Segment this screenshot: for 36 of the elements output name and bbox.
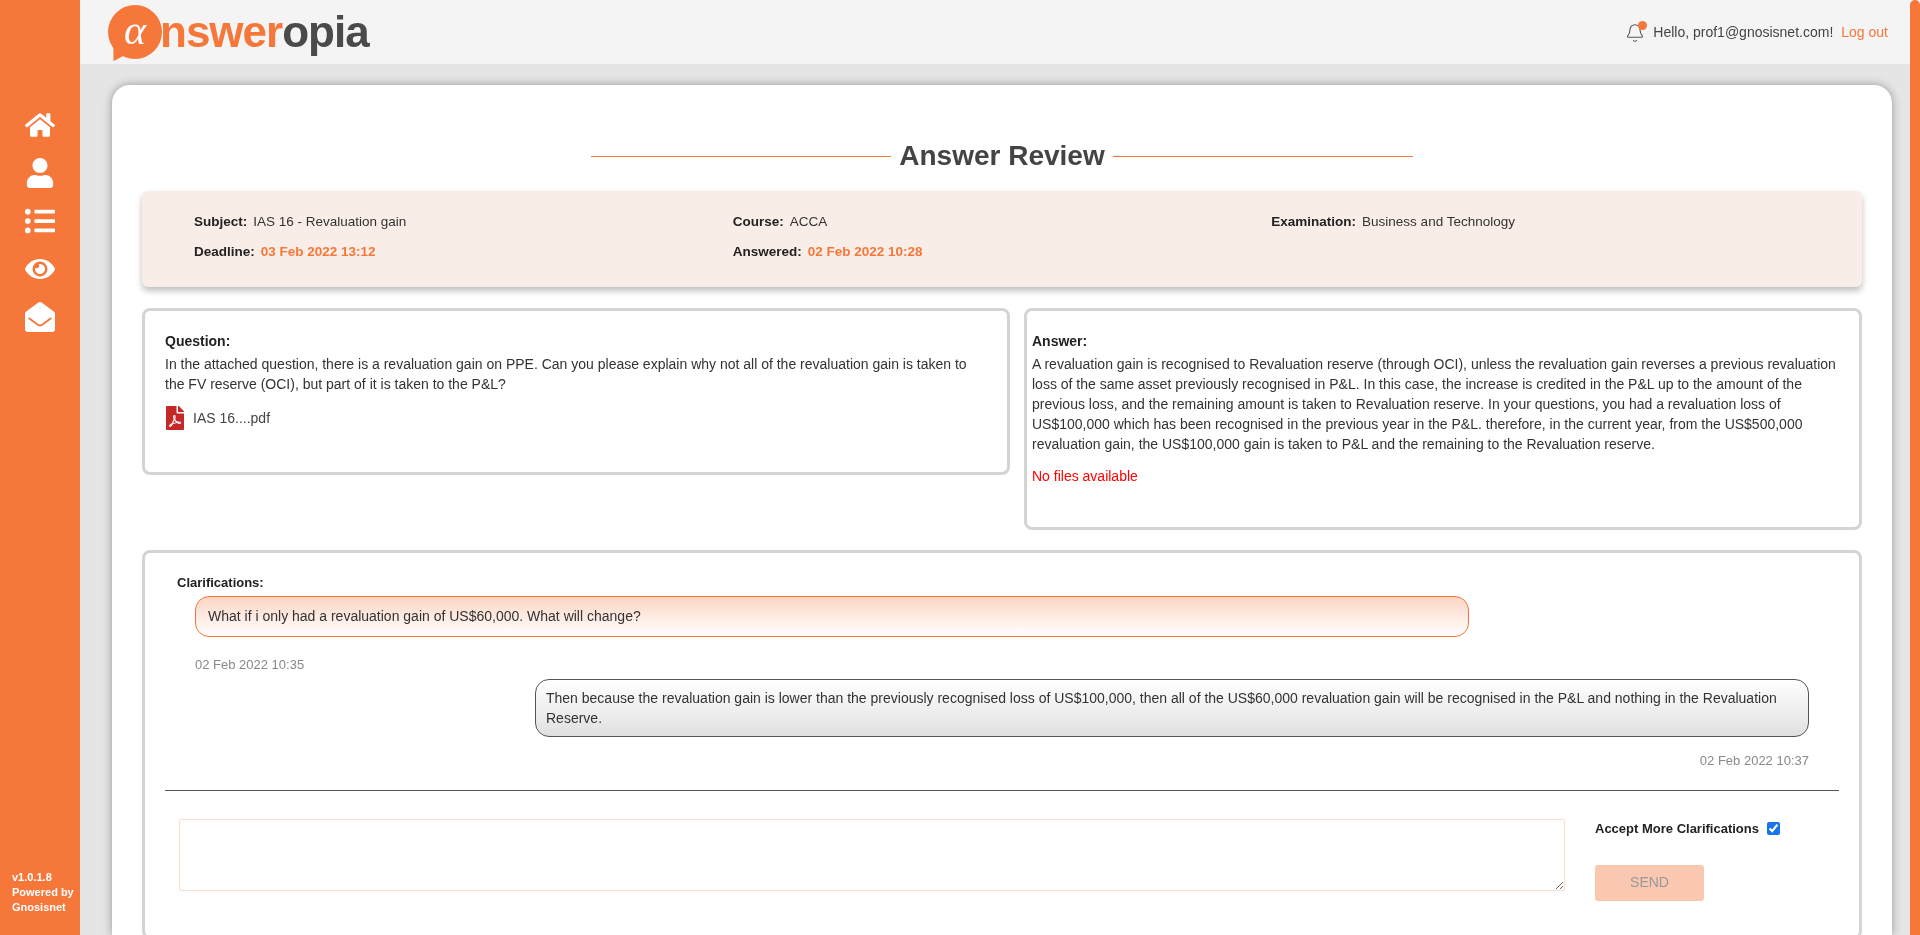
home-icon[interactable] — [25, 110, 55, 140]
clarifications-label: Clarifications: — [177, 573, 265, 592]
question-text: In the attached question, there is a revaluation gain on PPE. Can you please explain why not all of the revaluation gain is taken to the FV reserve (OCI), but part of it is taken to the P&L? — [165, 354, 968, 394]
version-label: v1.0.1.8 — [12, 870, 53, 885]
no-files-text: No files available — [1032, 466, 1139, 486]
field-value: 03 Feb 2022 13:12 — [260, 243, 376, 262]
message-bubble: Then because the revaluation gain is lower than the previously recognised loss of US$100,000, then all of the US$60,000 revaluation gain will be recognised in the P&L and nothing in the Revaluation Reserve. — [535, 678, 1809, 737]
page-title: Answer Review — [898, 139, 1106, 173]
field-label: Course: — [732, 213, 784, 231]
field-value: ACCA — [789, 213, 828, 231]
question-label: Question: — [165, 331, 232, 351]
field-value: Business and Technology — [1362, 213, 1515, 231]
message-bubble: What if i only had a revaluation gain of US$60,000. What will change? — [195, 596, 1469, 637]
logo[interactable]: α nsweropia — [108, 5, 369, 59]
answer-text: A revaluation gain is recognised to Revaluation reserve (through OCI), unless the revaluation gain reverses a previous revaluation loss of the same asset previously recognised in P&L. In this case, the increase is credited in the P&L up to the amount of the previous loss, and the remaining amount is taken to Revaluation reserve. In your questions, you had a revaluation loss of US$100,000 which has been recognised in the previous year in the P&L. therefore, in the current year, from the US$500,000 revaluation gain, the US$100,000 gain is taken to P&L and the remaining to the Revaluation reserve. — [1032, 354, 1837, 454]
field-label: Answered: — [732, 243, 802, 262]
bell-icon[interactable] — [1625, 21, 1646, 43]
user-icon[interactable] — [25, 158, 55, 188]
field-label: Subject: — [194, 213, 248, 231]
envelope-icon[interactable] — [25, 302, 55, 332]
field-label: Examination: — [1271, 213, 1357, 231]
answer-label: Answer: — [1032, 331, 1089, 351]
file-link[interactable]: IAS 16....pdf — [193, 407, 271, 428]
field-label: Deadline: — [194, 243, 255, 262]
message-time: 02 Feb 2022 10:35 — [195, 656, 305, 674]
scrollbar[interactable] — [1910, 0, 1920, 935]
list-icon[interactable] — [25, 206, 55, 236]
powered-by-label: Powered by Gnosisnet — [12, 885, 75, 915]
greeting-text: Hello, prof1@gnosisnet.com! — [1653, 22, 1834, 42]
message-input[interactable] — [179, 819, 1565, 891]
accept-checkbox[interactable] — [1767, 822, 1780, 836]
pdf-icon — [165, 405, 185, 430]
accept-clarifications-label: Accept More Clarifications — [1595, 820, 1759, 838]
field-value: 02 Feb 2022 10:28 — [807, 243, 923, 262]
field-value: IAS 16 - Revaluation gain — [253, 213, 407, 231]
message-time: 02 Feb 2022 10:37 — [1699, 751, 1809, 770]
